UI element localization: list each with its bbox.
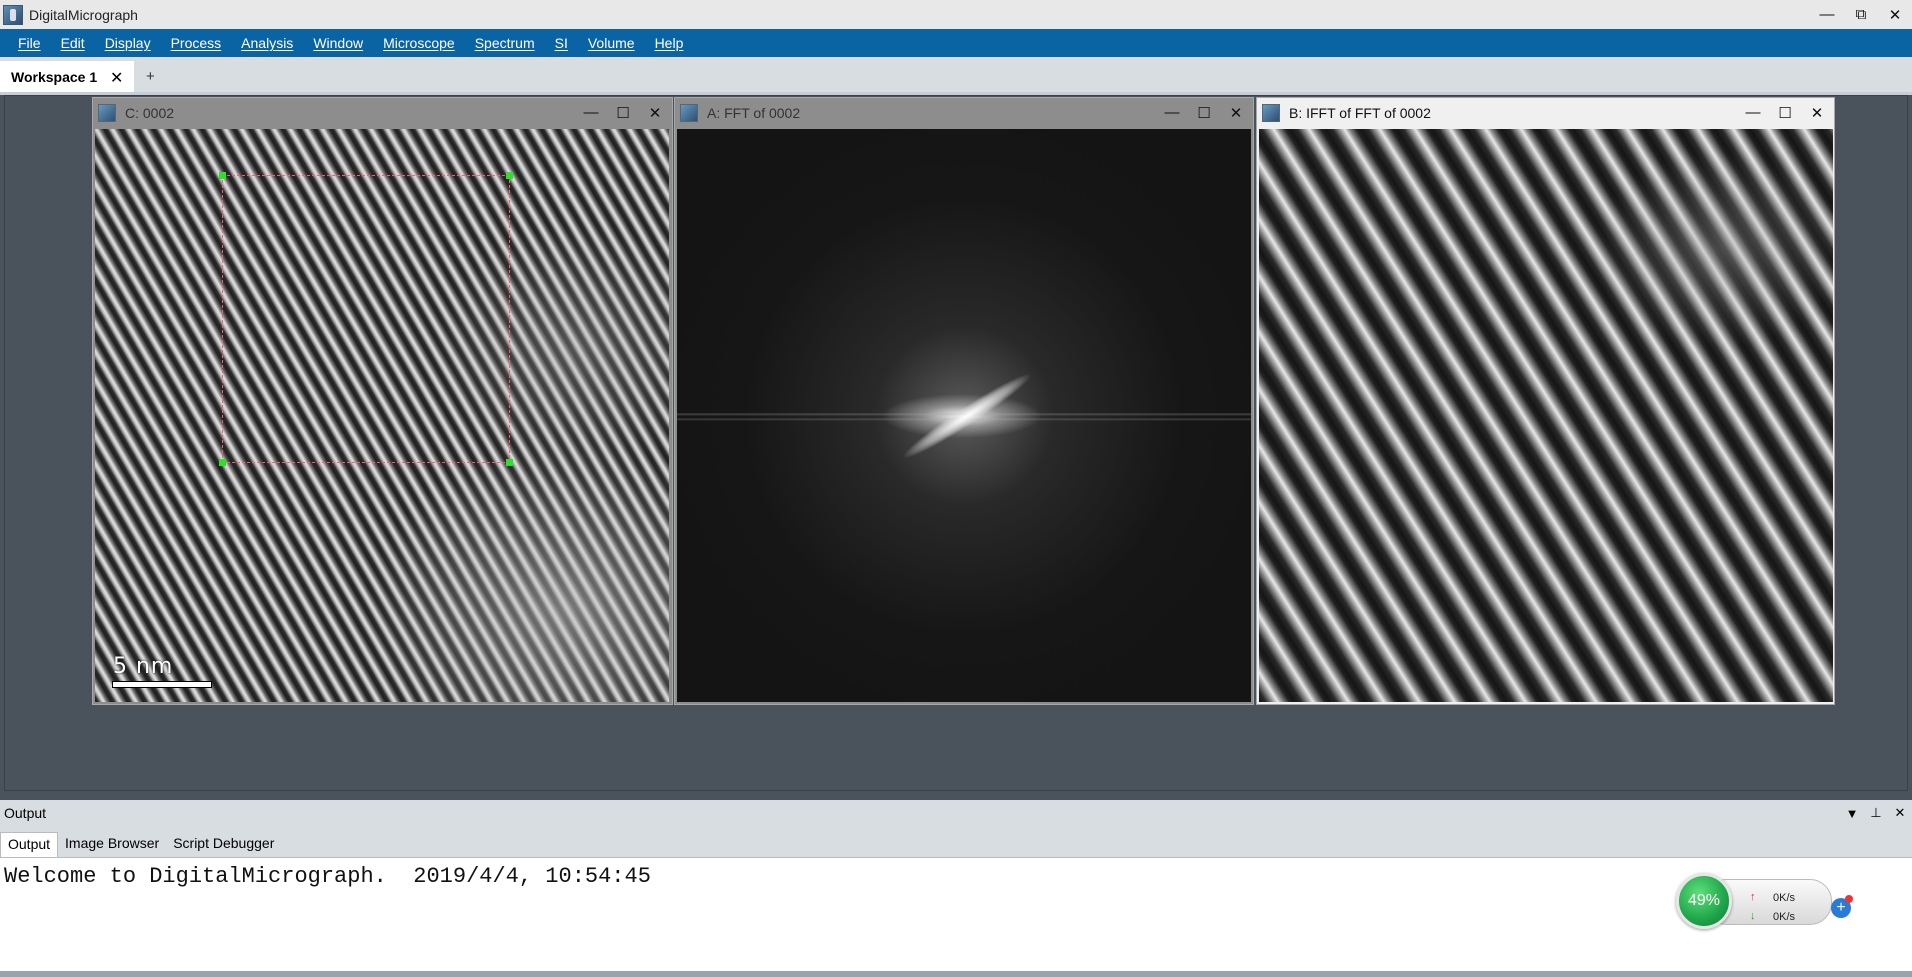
- image-window-c-titlebar[interactable]: C: 0002 — ☐ ✕: [93, 98, 672, 127]
- minimize-button[interactable]: —: [1810, 0, 1844, 29]
- image-close-button[interactable]: ✕: [1221, 98, 1251, 127]
- output-text-area[interactable]: Welcome to DigitalMicrograph. 2019/4/4, …: [0, 857, 1912, 971]
- fft-streak: [899, 367, 1035, 465]
- hrtem-image[interactable]: 5 nm: [95, 129, 669, 702]
- bottom-strip: [0, 971, 1912, 977]
- menu-display[interactable]: Display: [96, 35, 162, 51]
- workspace-tab-bar: Workspace 1 ✕ +: [0, 57, 1912, 93]
- window-controls: — ⧉ ✕: [1810, 0, 1912, 29]
- image-maximize-button[interactable]: ☐: [1189, 98, 1219, 127]
- image-window-a[interactable]: A: FFT of 0002 — ☐ ✕: [674, 97, 1254, 705]
- tab-output[interactable]: Output: [0, 832, 59, 857]
- add-tab-button[interactable]: +: [146, 68, 155, 85]
- image-close-button[interactable]: ✕: [1802, 98, 1832, 127]
- upload-arrow-icon: ↑: [1750, 891, 1756, 903]
- image-minimize-button[interactable]: —: [1738, 98, 1768, 127]
- memory-percent: 49%: [1687, 892, 1721, 909]
- image-minimize-button[interactable]: —: [1157, 98, 1187, 127]
- menu-bar: File Edit Display Process Analysis Windo…: [0, 29, 1912, 57]
- image-minimize-button[interactable]: —: [576, 98, 606, 127]
- output-dropdown-button[interactable]: ▼: [1840, 800, 1864, 826]
- image-doc-icon: [98, 103, 116, 122]
- tab-workspace-1-label: Workspace 1: [11, 69, 98, 85]
- app-title: DigitalMicrograph: [29, 6, 138, 23]
- fft-image[interactable]: [677, 129, 1251, 702]
- output-welcome-text: Welcome to DigitalMicrograph. 2019/4/4, …: [4, 864, 651, 889]
- menu-help[interactable]: Help: [646, 35, 695, 51]
- menu-si[interactable]: SI: [546, 35, 579, 51]
- image-doc-icon: [680, 103, 698, 122]
- roi-handle[interactable]: [219, 459, 226, 466]
- image-close-button[interactable]: ✕: [640, 98, 670, 127]
- image-maximize-button[interactable]: ☐: [1770, 98, 1800, 127]
- close-button[interactable]: ✕: [1878, 0, 1912, 29]
- network-speed-widget[interactable]: ↑ 0K/s ↓ 0K/s + 49%: [1676, 873, 1853, 929]
- roi-handle[interactable]: [506, 172, 513, 179]
- image-maximize-button[interactable]: ☐: [608, 98, 638, 127]
- output-panel-title: Output: [4, 805, 47, 821]
- output-close-button[interactable]: ✕: [1888, 800, 1912, 826]
- image-doc-icon: [1262, 103, 1280, 122]
- restore-button[interactable]: ⧉: [1844, 0, 1878, 29]
- output-panel-header: Output ▼ ⊥ ✕: [0, 800, 1912, 826]
- pin-button[interactable]: ⊥: [1864, 800, 1888, 826]
- menu-edit[interactable]: Edit: [52, 35, 96, 51]
- roi-handle[interactable]: [219, 172, 226, 179]
- menu-file[interactable]: File: [0, 35, 52, 51]
- notification-dot: [1845, 895, 1853, 903]
- tab-workspace-1[interactable]: Workspace 1 ✕: [0, 61, 134, 93]
- scalebar-label: 5 nm: [113, 654, 174, 679]
- output-tab-bar: Output Image Browser Script Debugger: [0, 826, 1912, 857]
- scalebar: [112, 681, 212, 688]
- ifft-image[interactable]: [1259, 129, 1833, 702]
- tab-close-icon[interactable]: ✕: [110, 68, 123, 88]
- image-window-b-titlebar[interactable]: B: IFFT of FFT of 0002 — ☐ ✕: [1257, 98, 1834, 127]
- image-window-b[interactable]: B: IFFT of FFT of 0002 — ☐ ✕: [1256, 97, 1835, 705]
- memory-usage-circle[interactable]: 49%: [1676, 873, 1732, 929]
- menu-microscope[interactable]: Microscope: [374, 35, 466, 51]
- image-window-c-title: C: 0002: [125, 104, 175, 121]
- menu-process[interactable]: Process: [162, 35, 233, 51]
- upload-rate: 0K/s: [1773, 892, 1796, 904]
- image-window-c[interactable]: C: 0002 — ☐ ✕ 5 nm: [92, 97, 673, 705]
- menu-spectrum[interactable]: Spectrum: [466, 35, 546, 51]
- image-window-b-title: B: IFFT of FFT of 0002: [1289, 104, 1431, 121]
- menu-volume[interactable]: Volume: [579, 35, 646, 51]
- app-icon: [3, 4, 23, 25]
- download-arrow-icon: ↓: [1750, 910, 1756, 922]
- roi-handle[interactable]: [506, 459, 513, 466]
- image-window-a-titlebar[interactable]: A: FFT of 0002 — ☐ ✕: [675, 98, 1253, 127]
- tab-image-browser[interactable]: Image Browser: [58, 832, 166, 857]
- tab-script-debugger[interactable]: Script Debugger: [166, 832, 281, 857]
- download-rate: 0K/s: [1773, 911, 1796, 923]
- roi-rectangle[interactable]: [219, 172, 513, 466]
- menu-analysis[interactable]: Analysis: [232, 35, 304, 51]
- image-window-a-title: A: FFT of 0002: [707, 104, 801, 121]
- menu-window[interactable]: Window: [304, 35, 374, 51]
- output-panel-controls: ▼ ⊥ ✕: [1840, 800, 1912, 826]
- title-bar: DigitalMicrograph — ⧉ ✕: [0, 0, 1912, 29]
